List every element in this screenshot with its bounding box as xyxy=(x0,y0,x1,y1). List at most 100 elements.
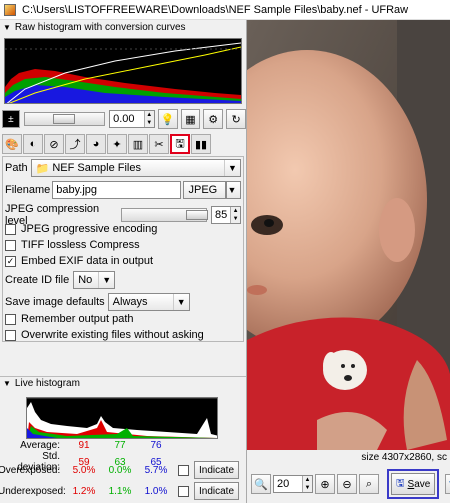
average-row: Average: 91 77 76 xyxy=(0,440,174,451)
window-title: C:\Users\LISTOFFREEWARE\Downloads\NEF Sa… xyxy=(22,3,409,16)
overwrite-row[interactable]: Overwrite existing files without asking xyxy=(5,329,204,341)
tab-corrections-icon[interactable]: ✦ xyxy=(107,134,127,154)
overexposed-blue: 5.7% xyxy=(144,464,168,476)
save-defaults-label: Save image defaults xyxy=(5,296,105,308)
format-combo[interactable]: JPEG xyxy=(183,181,226,199)
indicate-underexposed-button[interactable]: Indicate xyxy=(194,482,240,500)
overwrite-label[interactable]: Overwrite existing files without asking xyxy=(21,329,204,341)
underexposed-green: 1.1% xyxy=(108,485,132,497)
save-defaults-combo[interactable]: Always ▼ xyxy=(107,293,190,311)
control-panel: ▼ Raw histogram with conversion curves ±… xyxy=(0,20,246,503)
panel-tabs: 🎨 ◐ ⊘ ⤴ ◕ ✦ ▥ ✂ 🖫 ▮▮ xyxy=(0,132,246,156)
compression-slider[interactable] xyxy=(120,208,208,222)
dropdown-arrow-icon[interactable]: ▼ xyxy=(172,294,189,310)
path-combo[interactable]: 📁 NEF Sample Files ▼ xyxy=(30,159,241,177)
path-label: Path xyxy=(5,162,28,174)
overexposed-red: 5.0% xyxy=(72,464,96,476)
dropdown-arrow-icon: ▼ xyxy=(227,185,237,195)
spin-arrows-icon[interactable]: ▲ ▼ xyxy=(230,207,240,223)
average-green: 77 xyxy=(114,440,126,451)
exposure-spinbox[interactable]: 0.00 ▲ ▼ xyxy=(109,110,155,128)
remember-path-row[interactable]: Remember output path xyxy=(5,313,134,325)
create-id-combo[interactable]: No ▼ xyxy=(73,271,116,289)
exposure-icon: ± xyxy=(2,110,20,128)
dropdown-arrow-icon[interactable]: ▼ xyxy=(224,160,240,176)
format-dropdown-button[interactable]: ▼ xyxy=(225,181,241,199)
underexposed-row: Underexposed: 1.2% 1.1% 1.0% Indicate xyxy=(0,482,240,500)
zoom-out-icon[interactable]: 🔍 xyxy=(251,474,271,494)
tab-base-curve-icon[interactable]: ⤴ xyxy=(65,134,85,154)
indicate-underexposed-checkbox[interactable] xyxy=(178,485,189,497)
exif-row[interactable]: ✓ Embed EXIF data in output xyxy=(5,255,153,267)
zoom-100-icon[interactable]: ⌕ xyxy=(359,474,379,494)
restore-highlights-icon[interactable]: ▦ xyxy=(180,109,201,129)
path-value: NEF Sample Files xyxy=(52,162,141,174)
auto-exposure-bulb-icon[interactable]: 💡 xyxy=(157,109,178,129)
tab-white-balance-icon[interactable]: ◐ xyxy=(23,134,43,154)
zoom-in-icon[interactable]: ⊕ xyxy=(315,474,335,494)
exif-label[interactable]: Embed EXIF data in output xyxy=(21,255,153,267)
save-button[interactable]: 🖫 Save xyxy=(391,473,436,495)
indicate-overexposed-checkbox[interactable] xyxy=(178,464,189,476)
remember-path-label[interactable]: Remember output path xyxy=(21,313,134,325)
overwrite-checkbox[interactable] xyxy=(5,329,16,341)
save-label-rest: ave xyxy=(414,478,431,490)
reset-exposure-icon[interactable]: ↻ xyxy=(226,109,246,129)
average-label: Average: xyxy=(20,440,60,451)
filename-label: Filename xyxy=(5,184,51,196)
save-label: Save xyxy=(408,479,431,490)
exposure-row: ± 0.00 ▲ ▼ 💡 ▦ ⚙ ↻ xyxy=(2,108,246,130)
save-defaults-row: Save image defaults Always ▼ xyxy=(5,293,190,311)
tiff-checkbox[interactable] xyxy=(5,239,16,251)
clip-highlights-gear-icon[interactable]: ⚙ xyxy=(203,109,224,129)
preview-panel: size 4307x2860, sc 🔍 20 ▲ ▼ ⊕ ⊖ ⌕ 🖫 Save … xyxy=(246,20,450,503)
tab-color-management-icon[interactable]: ◕ xyxy=(86,134,106,154)
average-blue: 76 xyxy=(150,440,162,451)
overexposed-label: Overexposed: xyxy=(0,464,61,476)
tab-raw-color-icon[interactable]: 🎨 xyxy=(2,134,22,154)
tiff-label[interactable]: TIFF lossless Compress xyxy=(21,239,140,251)
zoom-value[interactable]: 20 xyxy=(274,478,302,490)
exposure-slider[interactable] xyxy=(23,112,106,126)
live-histogram-header: Live histogram xyxy=(14,378,80,389)
indicate-overexposed-button[interactable]: Indicate xyxy=(194,461,240,479)
raw-histogram-header: Raw histogram with conversion curves xyxy=(14,21,186,33)
tab-grayscale-icon[interactable]: ⊘ xyxy=(44,134,64,154)
image-size-label: size 4307x2860, sc xyxy=(361,452,447,463)
create-id-value: No xyxy=(78,274,93,286)
tiff-row[interactable]: TIFF lossless Compress xyxy=(5,239,140,251)
dropdown-arrow-icon[interactable]: ▼ xyxy=(98,272,114,288)
remember-path-checkbox[interactable] xyxy=(5,313,16,325)
filename-row: Filename baby.jpg JPEG ▼ xyxy=(5,181,241,199)
tab-save-icon[interactable]: 🖫 xyxy=(170,134,190,154)
live-histogram-expander[interactable]: ▼ Live histogram xyxy=(0,376,246,390)
save-options-panel: Path 📁 NEF Sample Files ▼ Filename baby.… xyxy=(2,156,244,342)
exposure-slider-thumb[interactable] xyxy=(52,114,75,124)
gimp-send-icon[interactable]: 🐾 xyxy=(445,474,450,494)
overexposed-row: Overexposed: 5.0% 0.0% 5.7% Indicate xyxy=(0,461,240,479)
create-id-row: Create ID file No ▼ xyxy=(5,271,116,289)
spin-arrows-icon[interactable]: ▲ ▼ xyxy=(302,476,312,492)
filename-input[interactable]: baby.jpg xyxy=(52,181,182,199)
progressive-row[interactable]: JPEG progressive encoding xyxy=(5,223,157,235)
title-bar: C:\Users\LISTOFFREEWARE\Downloads\NEF Sa… xyxy=(0,0,450,20)
tab-lightness-icon[interactable]: ▥ xyxy=(128,134,148,154)
tab-crop-icon[interactable]: ✂ xyxy=(149,134,169,154)
progressive-label[interactable]: JPEG progressive encoding xyxy=(21,223,157,235)
compression-spinbox[interactable]: 85 ▲ ▼ xyxy=(211,206,241,224)
underexposed-label: Underexposed: xyxy=(0,485,66,497)
exif-checkbox[interactable]: ✓ xyxy=(5,255,16,267)
compression-slider-thumb[interactable] xyxy=(185,210,208,220)
expander-open-icon: ▼ xyxy=(3,379,11,388)
exposure-value[interactable]: 0.00 xyxy=(110,113,144,125)
zoom-fit-icon[interactable]: ⊖ xyxy=(337,474,357,494)
image-preview[interactable] xyxy=(247,20,450,450)
progressive-checkbox[interactable] xyxy=(5,223,16,235)
tab-exif-icon[interactable]: ▮▮ xyxy=(191,134,211,154)
compression-value[interactable]: 85 xyxy=(212,209,230,221)
overexposed-green: 0.0% xyxy=(108,464,132,476)
zoom-spinbox[interactable]: 20 ▲ ▼ xyxy=(273,475,313,493)
raw-histogram-expander[interactable]: ▼ Raw histogram with conversion curves xyxy=(0,20,246,34)
raw-histogram-canvas xyxy=(4,38,242,104)
spin-arrows-icon[interactable]: ▲ ▼ xyxy=(143,111,154,127)
